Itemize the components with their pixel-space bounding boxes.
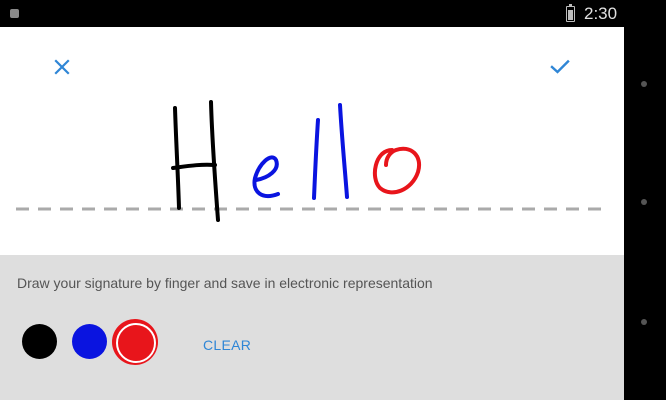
signature-controls: Draw your signature by finger and save i… [0, 255, 624, 400]
color-swatch-red-selected[interactable] [112, 319, 158, 365]
nav-button[interactable] [641, 199, 647, 205]
check-icon [550, 59, 570, 74]
nav-button[interactable] [641, 81, 647, 87]
nav-button[interactable] [641, 319, 647, 325]
signature-drawing [16, 100, 606, 222]
close-button[interactable] [42, 47, 82, 87]
signature-hint: Draw your signature by finger and save i… [17, 275, 433, 291]
status-clock: 2:30 [584, 4, 618, 23]
color-swatch-black[interactable] [22, 324, 57, 359]
color-swatch-blue[interactable] [72, 324, 107, 359]
status-bar: 2:30 [0, 0, 624, 27]
signature-canvas[interactable] [0, 27, 624, 255]
confirm-button[interactable] [540, 47, 580, 87]
clear-button[interactable]: CLEAR [203, 337, 251, 353]
navigation-bar [624, 0, 666, 400]
battery-icon [566, 4, 575, 22]
notification-icon [10, 9, 19, 18]
close-icon [54, 59, 70, 75]
